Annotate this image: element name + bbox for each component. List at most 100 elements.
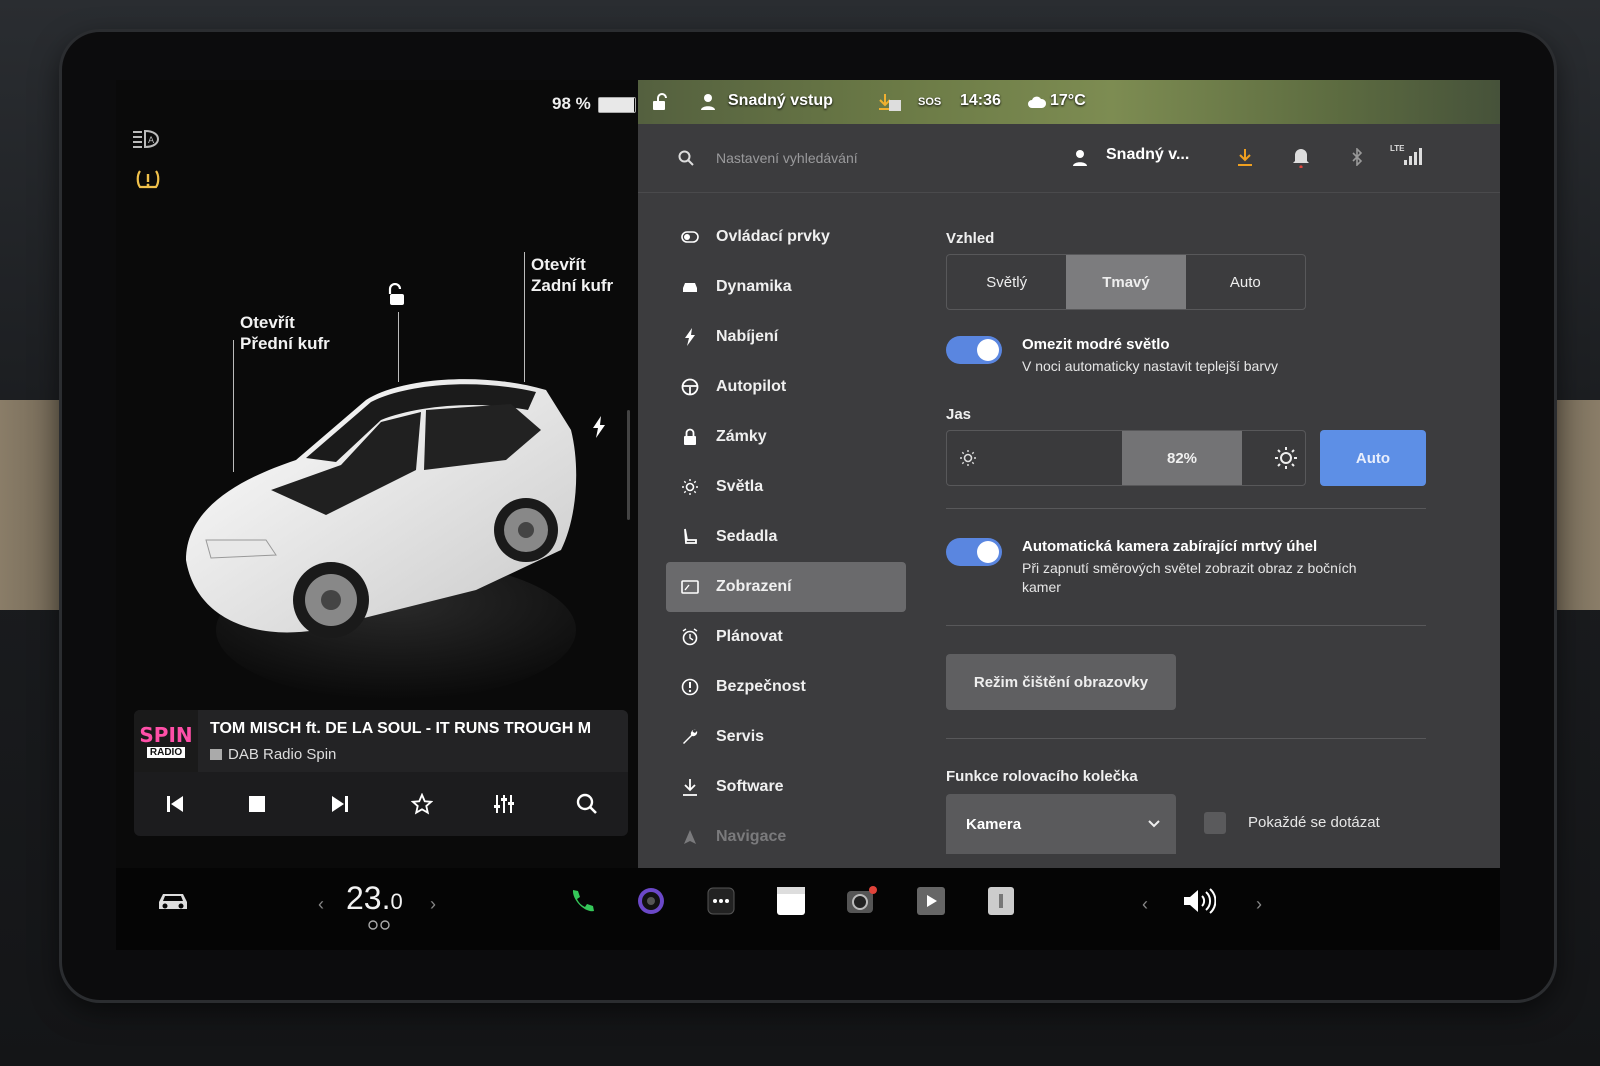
nav-item-sun[interactable]: Světla (666, 462, 906, 512)
media-search-icon[interactable] (567, 784, 607, 824)
nav-item-lock[interactable]: Zámky (666, 412, 906, 462)
unlocked-status-icon (650, 92, 670, 112)
nav-item-car[interactable]: Dynamika (666, 262, 906, 312)
scroll-wheel-value: Kamera (966, 816, 1022, 833)
settings-nav: Ovládací prvky Dynamika Nabíjení Autopilot Z… (666, 212, 906, 862)
driver-profile-button[interactable]: Snadný v... (1106, 146, 1189, 164)
vehicle-3d-model (186, 379, 577, 700)
seat-icon (670, 528, 710, 546)
appearance-selector: Světlý Tmavý Auto (946, 254, 1306, 310)
user-icon (1070, 148, 1090, 168)
station-name: DAB Radio Spin (210, 746, 336, 763)
phone-icon[interactable] (564, 884, 598, 918)
equalizer-icon[interactable] (484, 784, 524, 824)
blindspot-camera-toggle[interactable] (946, 538, 1002, 566)
next-track-icon[interactable] (320, 784, 360, 824)
nav-item-label: Navigace (716, 828, 787, 845)
brightness-label: Jas (946, 406, 972, 423)
nav-item-label: Dynamika (716, 278, 792, 295)
tire-pressure-warning-icon[interactable] (134, 166, 162, 194)
temp-up-chevron-icon[interactable]: › (430, 894, 436, 915)
nav-item-navigation[interactable]: Navigace (666, 812, 906, 862)
station-logo: SPIN RADIO (134, 710, 198, 772)
nav-item-steering-wheel[interactable]: Autopilot (666, 362, 906, 412)
nav-item-clock[interactable]: Plánovat (666, 612, 906, 662)
previous-track-icon[interactable] (155, 784, 195, 824)
nav-item-wrench[interactable]: Servis (666, 712, 906, 762)
touchscreen: A 98 % Otevřít Přední kufr Otevřít Zadní… (116, 80, 1500, 950)
station-label: DAB Radio Spin (228, 746, 337, 763)
media-controls (134, 772, 628, 836)
callout-rear-line1: Otevřít (531, 255, 586, 274)
owners-manual-icon[interactable] (984, 884, 1018, 918)
nav-item-label: Servis (716, 728, 765, 745)
software-update-icon[interactable] (1234, 146, 1256, 168)
pane-resize-handle[interactable] (627, 410, 630, 520)
car-icon[interactable] (156, 884, 190, 918)
status-time: 14:36 (960, 92, 1001, 109)
brightness-value[interactable]: 82% (1122, 431, 1242, 485)
brightness-auto-button[interactable]: Auto (1320, 430, 1426, 486)
bolt-icon (670, 328, 710, 346)
divider (946, 625, 1426, 626)
battery-icon (598, 97, 636, 113)
cloud-icon (1026, 94, 1048, 110)
nav-item-label: Plánovat (716, 628, 783, 645)
nav-item-download[interactable]: Software (666, 762, 906, 812)
screen-clean-mode-button[interactable]: Režim čištění obrazovky (946, 654, 1176, 710)
theater-icon[interactable] (914, 884, 948, 918)
open-rear-trunk-callout[interactable]: Otevřít Zadní kufr (531, 254, 613, 296)
blue-light-toggle[interactable] (946, 336, 1002, 364)
calendar-icon[interactable] (774, 884, 808, 918)
more-apps-icon[interactable] (704, 884, 738, 918)
nav-item-bolt[interactable]: Nabíjení (666, 312, 906, 362)
nav-item-display[interactable]: Zobrazení (666, 562, 906, 612)
now-playing[interactable]: SPIN RADIO TOM MISCH ft. DE LA SOUL - IT… (134, 710, 628, 772)
brightness-slider[interactable]: 82% (946, 430, 1306, 486)
nav-item-label: Software (716, 778, 784, 795)
blindspot-description-line1: Při zapnutí směrových světel zobrazit ob… (1022, 560, 1357, 576)
nav-item-label: Nabíjení (716, 328, 779, 345)
lte-label: LTE (1390, 144, 1405, 153)
seat-heater-icon[interactable] (364, 918, 394, 932)
logo-text-spin: SPIN (139, 722, 193, 747)
scroll-wheel-select[interactable]: Kamera (946, 794, 1176, 854)
bluetooth-icon[interactable] (1346, 146, 1368, 168)
bottom-dock: ‹ 23.0 › ‹ › (116, 868, 1500, 950)
nav-item-seat[interactable]: Sedadla (666, 512, 906, 562)
volume-up-chevron-icon[interactable]: › (1256, 894, 1262, 915)
ask-every-time-checkbox[interactable] (1204, 812, 1226, 834)
temp-down-chevron-icon[interactable]: ‹ (318, 894, 324, 915)
lte-signal-icon: LTE (1390, 142, 1424, 168)
appearance-option[interactable]: Tmavý (1066, 255, 1186, 309)
appearance-option[interactable]: Auto (1186, 255, 1305, 309)
volume-down-chevron-icon[interactable]: ‹ (1142, 894, 1148, 915)
nav-item-label: Bezpečnost (716, 678, 806, 695)
notification-bell-icon[interactable] (1290, 144, 1312, 170)
nav-item-label: Zámky (716, 428, 767, 445)
appearance-label: Vzhled (946, 230, 995, 247)
unlock-icon[interactable] (382, 280, 412, 310)
dashcam-icon[interactable] (844, 884, 878, 918)
nav-item-label: Autopilot (716, 378, 787, 395)
appearance-option[interactable]: Světlý (947, 255, 1066, 309)
settings-search-input[interactable]: Nastavení vyhledávání (716, 150, 858, 166)
brightness-low-icon (957, 447, 979, 469)
track-title: TOM MISCH ft. DE LA SOUL - IT RUNS TROUG… (210, 720, 592, 737)
cabin-temperature[interactable]: 23.0 (346, 880, 403, 917)
nav-item-alert[interactable]: Bezpečnost (666, 662, 906, 712)
nav-item-label: Ovládací prvky (716, 228, 830, 245)
stop-icon[interactable] (237, 784, 277, 824)
navigation-icon (670, 829, 710, 845)
status-profile[interactable]: Snadný vstup (728, 92, 833, 110)
blindspot-title: Automatická kamera zabírající mrtvý úhel (1022, 538, 1318, 555)
lock-icon (670, 428, 710, 446)
alert-icon (670, 678, 710, 696)
volume-icon[interactable] (1182, 884, 1216, 918)
steering-wheel-icon (670, 378, 710, 396)
display-icon (670, 580, 710, 594)
favorite-star-icon[interactable] (402, 784, 442, 824)
nav-item-toggle[interactable]: Ovládací prvky (666, 212, 906, 262)
blue-light-title: Omezit modré světlo (1022, 336, 1170, 353)
camera-app-icon[interactable] (634, 884, 668, 918)
